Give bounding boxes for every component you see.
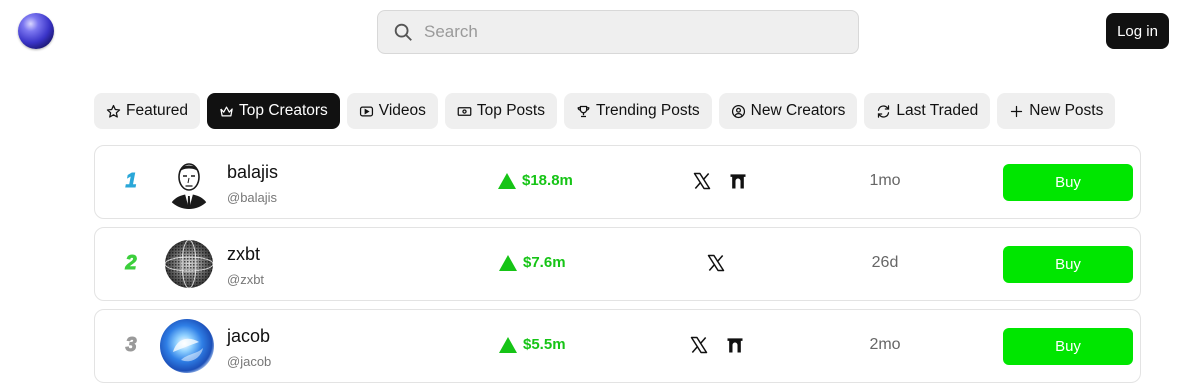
tab-trending-posts[interactable]: Trending Posts [563, 93, 712, 129]
plus-icon [1011, 105, 1023, 117]
search-icon [394, 23, 412, 41]
buy-button[interactable]: Buy [1003, 164, 1133, 201]
play-icon [359, 106, 373, 116]
user-circle-icon [731, 104, 745, 118]
x-icon[interactable] [692, 171, 712, 191]
triangle-up-icon [499, 254, 517, 271]
tab-label: Top Posts [476, 102, 545, 119]
avatar [159, 318, 215, 374]
crown-icon [220, 106, 233, 116]
listing-age: 2mo [869, 336, 901, 353]
tab-top-creators[interactable]: Top Creators [207, 93, 340, 129]
tab-label: Videos [378, 102, 426, 119]
creator-name[interactable]: balajis [227, 162, 278, 183]
tab-label: Trending Posts [595, 102, 700, 119]
buy-button[interactable]: Buy [1003, 246, 1133, 283]
tab-label: Featured [126, 102, 189, 119]
buy-button[interactable]: Buy [1003, 328, 1133, 365]
creator-handle: @balajis [227, 190, 278, 205]
rank-badge: 3 [125, 333, 137, 356]
tab-label: New Posts [1029, 102, 1104, 119]
rank-badge: 2 [125, 251, 137, 274]
creator-row[interactable]: 1 balajis @balajis $18.8m 1mo Buy [94, 145, 1141, 219]
listing-age: 26d [871, 254, 899, 271]
tab-label: Top Creators [239, 102, 328, 119]
x-icon[interactable] [689, 335, 709, 355]
creator-row[interactable]: 3 jacob @jacob $5.5m 2mo Buy [94, 309, 1141, 383]
login-button[interactable]: Log in [1106, 13, 1169, 49]
price-change: $7.6m [499, 254, 566, 271]
creator-handle: @jacob [227, 354, 272, 369]
category-tabs: Featured Top Creators Videos Top Posts T… [94, 93, 1116, 129]
creator-row[interactable]: 2 zxbt @zxbt $7.6m 26d Buy [94, 227, 1141, 301]
tab-top-posts[interactable]: Top Posts [444, 93, 557, 129]
price-change: $5.5m [499, 336, 566, 353]
triangle-up-icon [498, 172, 516, 189]
avatar [163, 155, 215, 209]
search-bar[interactable] [377, 10, 859, 54]
listing-age: 1mo [869, 172, 901, 189]
triangle-up-icon [499, 336, 517, 353]
x-icon[interactable] [706, 253, 726, 273]
money-icon [457, 106, 472, 116]
star-icon [106, 104, 121, 118]
trophy-icon [577, 105, 590, 117]
creator-name[interactable]: zxbt [227, 244, 260, 265]
price-change: $18.8m [498, 172, 573, 189]
creator-handle: @zxbt [227, 272, 265, 287]
tab-new-posts[interactable]: New Posts [997, 93, 1116, 129]
avatar [163, 237, 215, 291]
tab-label: New Creators [750, 102, 846, 119]
tab-featured[interactable]: Featured [94, 93, 201, 129]
tab-label: Last Traded [896, 102, 979, 119]
tab-new-creators[interactable]: New Creators [718, 93, 858, 129]
creator-list: 1 balajis @balajis $18.8m 1mo Buy 2 zxbt… [94, 145, 1141, 387]
search-input[interactable] [424, 22, 824, 42]
tab-last-traded[interactable]: Last Traded [864, 93, 991, 129]
social-links [689, 335, 745, 355]
arch-icon[interactable] [725, 335, 745, 355]
arch-icon[interactable] [728, 171, 748, 191]
social-links [706, 253, 726, 273]
refresh-icon [878, 104, 890, 118]
logo-orb[interactable] [18, 13, 54, 49]
rank-badge: 1 [125, 169, 137, 192]
tab-videos[interactable]: Videos [346, 93, 438, 129]
social-links [692, 171, 748, 191]
creator-name[interactable]: jacob [227, 326, 270, 347]
